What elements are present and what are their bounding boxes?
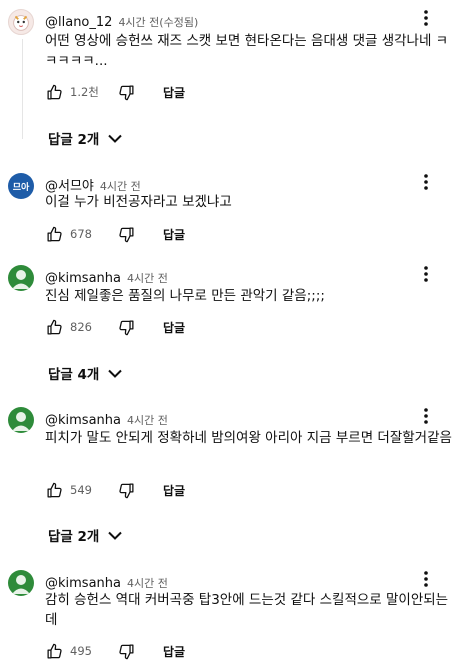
thumbs-down-icon [118, 643, 134, 659]
chevron-down-icon [108, 134, 123, 143]
dislike-button[interactable] [116, 641, 136, 661]
replies-count-label: 답글 2개 [48, 529, 100, 545]
comment-actions: 549 답글 [44, 479, 185, 501]
more-options-button[interactable] [416, 405, 436, 427]
comment-text: 진심 제일좋은 품질의 나무로 만든 관악기 같음;;;; [45, 288, 325, 304]
thumbs-up-icon [46, 226, 62, 242]
replies-count-label: 답글 2개 [48, 132, 100, 148]
thumbs-up-icon [46, 643, 62, 659]
like-count: 678 [70, 227, 92, 241]
more-vertical-icon [424, 174, 428, 190]
thumbs-up-icon [46, 319, 62, 335]
thumbs-up-icon [46, 482, 62, 498]
more-vertical-icon [424, 408, 428, 424]
like-button[interactable] [44, 224, 64, 244]
dislike-button[interactable] [116, 480, 136, 500]
avatar[interactable] [8, 407, 34, 433]
comment-time[interactable]: 4시간 전 [127, 414, 168, 427]
chevron-down-icon [108, 369, 123, 378]
comments-panel: @llano_12 4시간 전(수정됨) 어떤 영상에 승헌쓰 재즈 스캣 보면 … [0, 0, 467, 670]
dislike-button[interactable] [116, 82, 136, 102]
like-button[interactable] [44, 82, 64, 102]
thumbs-down-icon [118, 319, 134, 335]
view-replies-button[interactable]: 답글 2개 [48, 523, 123, 547]
comment-text: 감히 승헌스 역대 커버곡중 탑3안에 드는것 같다 스킬적으로 말이안되는데 [45, 592, 449, 628]
thread-line [22, 39, 23, 139]
author-name[interactable]: @kimsanha [45, 271, 121, 286]
reply-button[interactable]: 답글 [163, 226, 185, 243]
comment-meta: @llano_12 4시간 전(수정됨) [45, 11, 198, 30]
more-options-button[interactable] [416, 263, 436, 285]
like-count: 549 [70, 483, 92, 497]
comment-time[interactable]: 4시간 전 [127, 272, 168, 285]
comment-text: 이걸 누가 비전공자라고 보겠냐고 [45, 194, 232, 210]
reply-button[interactable]: 답글 [163, 84, 185, 101]
like-count: 495 [70, 644, 92, 658]
comment-actions: 495 답글 [44, 640, 185, 662]
dislike-button[interactable] [116, 224, 136, 244]
view-replies-button[interactable]: 답글 4개 [48, 361, 123, 385]
view-replies-button[interactable]: 답글 2개 [48, 126, 123, 150]
reply-button[interactable]: 답글 [163, 643, 185, 660]
thumbs-up-icon [46, 84, 62, 100]
comment-text: 피치가 말도 안되게 정확하네 밤의여왕 아리아 지금 부르면 더잘할거같음 [45, 430, 452, 446]
more-options-button[interactable] [416, 568, 436, 590]
reply-button[interactable]: 답글 [163, 482, 185, 499]
avatar[interactable] [8, 570, 34, 596]
author-name[interactable]: @kimsanha [45, 413, 121, 428]
more-vertical-icon [424, 10, 428, 26]
comment-actions: 678 답글 [44, 223, 185, 245]
avatar-initials: 므아 [12, 182, 30, 193]
like-button[interactable] [44, 317, 64, 337]
reply-button[interactable]: 답글 [163, 319, 185, 336]
comment-actions: 1.2천 답글 [44, 81, 185, 103]
like-button[interactable] [44, 480, 64, 500]
like-count: 826 [70, 320, 92, 334]
comment-actions: 826 답글 [44, 316, 185, 338]
author-name[interactable]: @kimsanha [45, 576, 121, 591]
author-name[interactable]: @llano_12 [45, 15, 112, 30]
avatar[interactable] [8, 265, 34, 291]
like-count: 1.2천 [70, 85, 99, 99]
more-options-button[interactable] [416, 171, 436, 193]
thumbs-down-icon [118, 84, 134, 100]
more-vertical-icon [424, 266, 428, 282]
comment-meta: @kimsanha 4시간 전 [45, 267, 168, 286]
chevron-down-icon [108, 531, 123, 540]
comment-text: 어떤 영상에 승헌쓰 재즈 스캣 보면 현타온다는 음대생 댓글 생각나네 ㅋㅋ… [45, 33, 449, 69]
replies-count-label: 답글 4개 [48, 367, 100, 383]
thumbs-down-icon [118, 482, 134, 498]
comment-time[interactable]: 4시간 전 [127, 577, 168, 590]
comment-meta: @서므야 4시간 전 [45, 175, 141, 194]
avatar[interactable]: 므아 [8, 173, 34, 199]
avatar[interactable] [8, 9, 34, 35]
comment-meta: @kimsanha 4시간 전 [45, 409, 168, 428]
comment-time[interactable]: 4시간 전(수정됨) [118, 16, 198, 29]
like-button[interactable] [44, 641, 64, 661]
comment-meta: @kimsanha 4시간 전 [45, 572, 168, 591]
thumbs-down-icon [118, 226, 134, 242]
more-options-button[interactable] [416, 7, 436, 29]
more-vertical-icon [424, 571, 428, 587]
dislike-button[interactable] [116, 317, 136, 337]
